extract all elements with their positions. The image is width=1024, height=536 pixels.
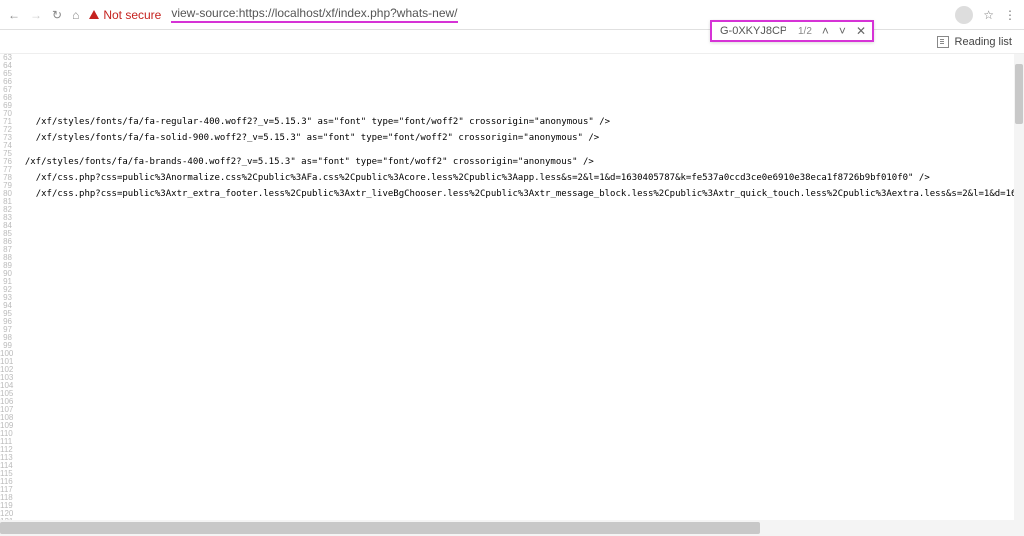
forward-button[interactable]: → — [30, 8, 42, 22]
back-button[interactable]: ← — [8, 8, 20, 22]
find-next-button[interactable]: ˅ — [839, 24, 846, 38]
line-number-gutter: 63 64 65 66 67 68 69 70 71 72 73 74 75 7… — [0, 54, 14, 520]
vertical-scrollbar-thumb[interactable] — [1015, 64, 1023, 124]
vertical-scrollbar[interactable] — [1014, 54, 1024, 520]
profile-avatar[interactable] — [955, 6, 973, 24]
not-secure-badge[interactable]: Not secure — [89, 8, 161, 22]
url-path: https://localhost/xf/index.php?whats-new… — [239, 6, 458, 20]
reading-list-icon — [937, 36, 949, 48]
url-scheme: view-source: — [171, 6, 238, 20]
find-prev-button[interactable]: ˄ — [822, 24, 829, 38]
horizontal-scrollbar-thumb[interactable] — [0, 522, 760, 534]
home-button[interactable]: ⌂ — [72, 8, 79, 22]
bookmark-star-icon[interactable]: ☆ — [983, 8, 994, 22]
reading-list-button[interactable]: Reading list — [955, 36, 1012, 48]
reload-button[interactable]: ↻ — [52, 8, 62, 22]
find-count: 1/2 — [798, 26, 812, 37]
warning-icon — [89, 10, 99, 19]
find-close-button[interactable]: ✕ — [856, 24, 866, 38]
menu-dots-icon[interactable]: ⋮ — [1004, 8, 1016, 22]
horizontal-scrollbar[interactable] — [0, 520, 1024, 536]
find-input[interactable] — [718, 24, 788, 38]
find-in-page-bar: 1/2 ˄ ˅ ✕ — [710, 20, 874, 42]
source-code-view[interactable]: /xf/styles/fonts/fa/fa-regular-400.woff2… — [14, 54, 1014, 520]
not-secure-label: Not secure — [103, 8, 161, 22]
